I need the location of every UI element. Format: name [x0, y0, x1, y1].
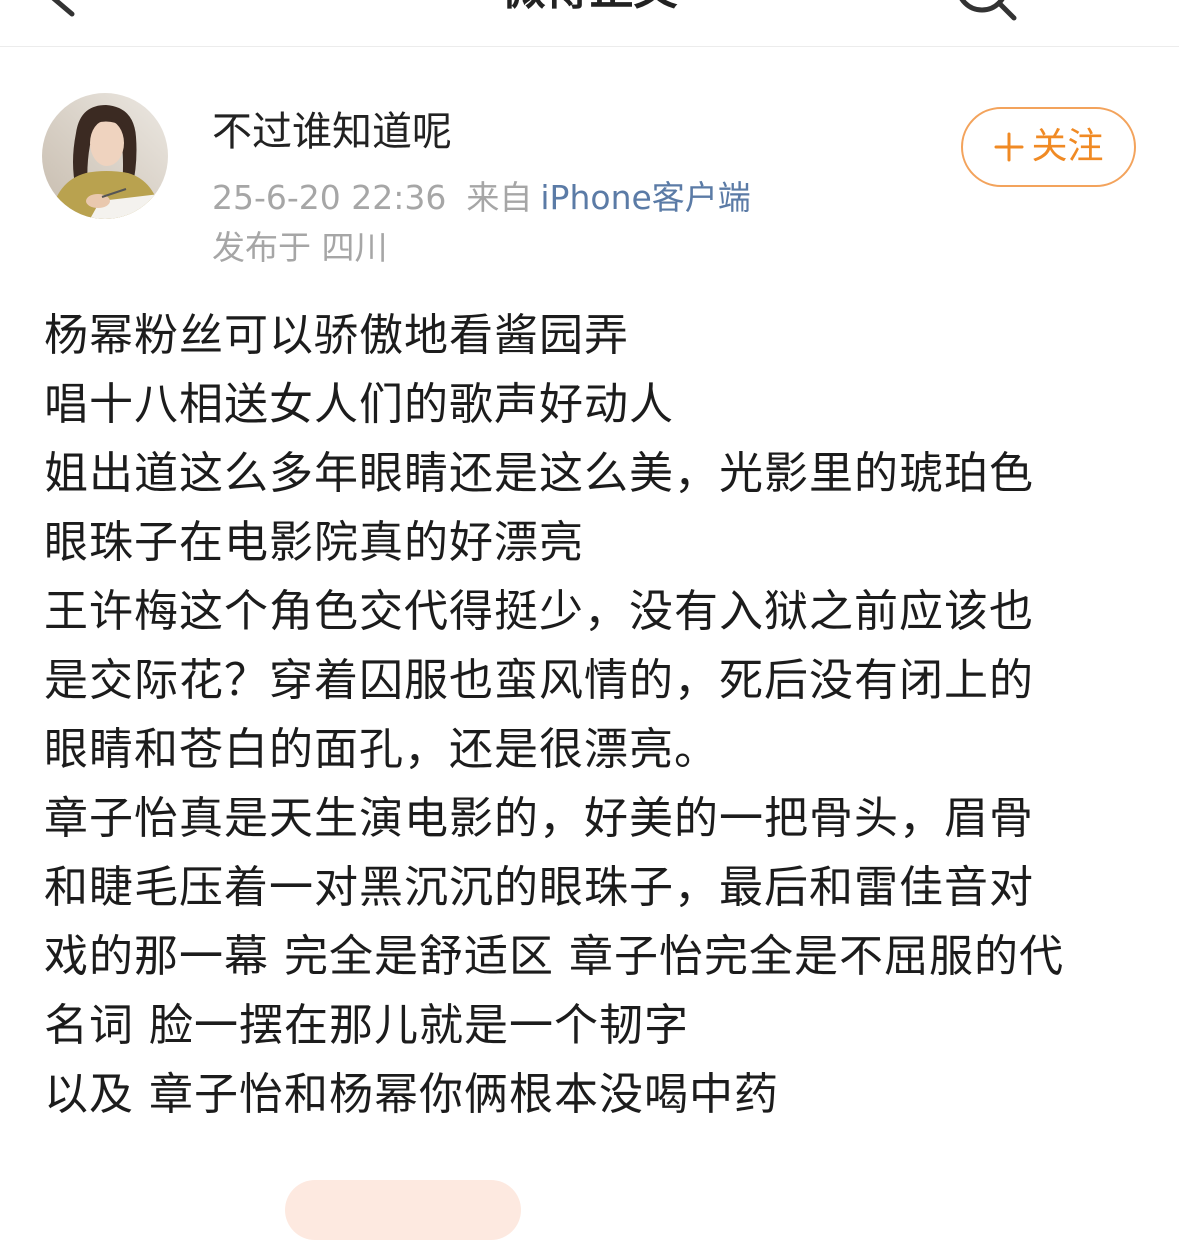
post-text-line: 杨幂粉丝可以骄傲地看酱园弄	[44, 310, 629, 361]
post-text-line: 唱十八相送女人们的歌声好动人	[44, 379, 674, 430]
post-text-line: 是交际花？穿着囚服也蛮风情的，死后没有闭上的	[44, 655, 1034, 706]
search-icon[interactable]	[940, 0, 1030, 30]
plus-icon	[994, 132, 1024, 162]
post-text-line: 名词 脸一摆在那儿就是一个韧字	[44, 1000, 689, 1051]
post-location: 发布于 四川	[212, 228, 388, 267]
post-text-line: 以及 章子怡和杨幂你俩根本没喝中药	[44, 1069, 779, 1120]
author-name[interactable]: 不过谁知道呢	[212, 109, 452, 155]
avatar-image	[42, 93, 168, 219]
post-content: 杨幂粉丝可以骄傲地看酱园弄 唱十八相送女人们的歌声好动人 姐出道这么多年眼睛还是…	[44, 301, 1164, 1129]
post-text-line: 和睫毛压着一对黑沉沉的眼珠子，最后和雷佳音对	[44, 862, 1034, 913]
post-text-line: 戏的那一幕 完全是舒适区 章子怡完全是不屈服的代	[44, 931, 1064, 982]
follow-label: 关注	[1031, 126, 1104, 167]
follow-button[interactable]: 关注	[961, 107, 1136, 187]
post-text-line: 王许梅这个角色交代得挺少，没有入狱之前应该也	[44, 586, 1034, 637]
attachment-card[interactable]	[285, 1180, 521, 1240]
source-link[interactable]: iPhone客户端	[540, 178, 750, 217]
top-nav-bar: 微博正文	[0, 0, 1179, 47]
avatar[interactable]	[42, 93, 168, 219]
source-prefix: 来自	[466, 178, 533, 217]
post-time: 25-6-20 22:36	[212, 178, 447, 217]
post-meta: 25-6-20 22:36 来自 iPhone客户端	[212, 178, 751, 218]
post-text-line: 姐出道这么多年眼睛还是这么美，光影里的琥珀色	[44, 448, 1034, 499]
post-text-line: 眼珠子在电影院真的好漂亮	[44, 517, 584, 568]
post-text-line: 章子怡真是天生演电影的，好美的一把骨头，眉骨	[44, 793, 1034, 844]
post-text-line: 眼睛和苍白的面孔，还是很漂亮。	[44, 724, 719, 775]
